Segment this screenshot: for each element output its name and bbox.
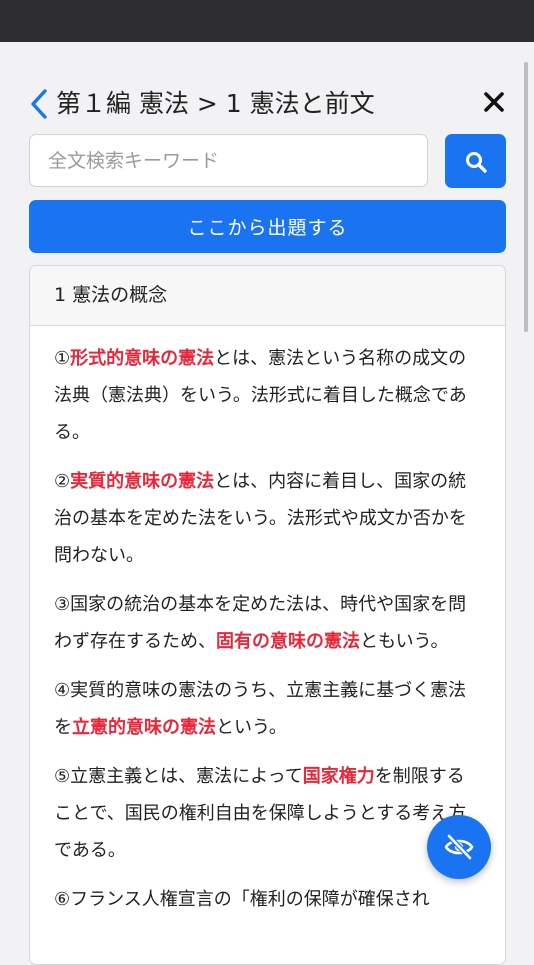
header: 第１編 憲法 > 1 憲法と前文: [28, 84, 508, 124]
paragraph-text: ①: [54, 348, 71, 369]
paragraph-text: ともいう。: [360, 631, 449, 652]
section-title: 1 憲法の概念: [30, 266, 505, 326]
paragraph-5: ⑤立憲主義とは、憲法によって国家権力を制限することで、国民の権利自由を保障しよう…: [54, 758, 481, 869]
paragraph-text: ②: [54, 471, 71, 492]
search-icon: [466, 152, 487, 173]
paragraph-text: という。: [216, 717, 287, 738]
hide-answers-button[interactable]: [427, 815, 491, 879]
status-bar: [0, 0, 534, 42]
eye-slash-icon: [444, 834, 474, 860]
paragraph-2: ②実質的意味の憲法とは、内容に着目し、国家の統治の基本を定めた法をいう。法形式や…: [54, 463, 481, 574]
key-term: 立憲的意味の憲法: [72, 717, 216, 738]
paragraph-6: ⑥フランス人権宣言の「権利の保障が確保され: [54, 881, 481, 918]
start-quiz-button[interactable]: ここから出題する: [29, 200, 506, 253]
paragraph-3: ③国家の統治の基本を定めた法は、時代や国家を問わず存在するため、固有の意味の憲法…: [54, 586, 481, 660]
scrollbar[interactable]: [524, 62, 528, 332]
paragraph-text: ⑥フランス人権宣言の「権利の保障が確保され: [54, 889, 430, 910]
chevron-left-icon[interactable]: [28, 88, 50, 120]
close-icon[interactable]: [482, 90, 506, 114]
key-term: 固有の意味の憲法: [216, 631, 360, 652]
paragraph-1: ①形式的意味の憲法とは、憲法という名称の成文の法典（憲法典）をいう。法形式に着目…: [54, 340, 481, 451]
key-term: 実質的意味の憲法: [70, 471, 215, 492]
search-button[interactable]: [445, 134, 506, 188]
breadcrumb: 第１編 憲法 > 1 憲法と前文: [56, 89, 375, 118]
paragraph-4: ④実質的意味の憲法のうち、立憲主義に基づく憲法を立憲的意味の憲法という。: [54, 672, 481, 746]
key-term: 国家権力: [302, 766, 375, 787]
paragraph-text: ⑤立憲主義とは、憲法によって: [54, 766, 303, 787]
search-input[interactable]: [29, 134, 428, 187]
key-term: 形式的意味の憲法: [70, 348, 215, 369]
